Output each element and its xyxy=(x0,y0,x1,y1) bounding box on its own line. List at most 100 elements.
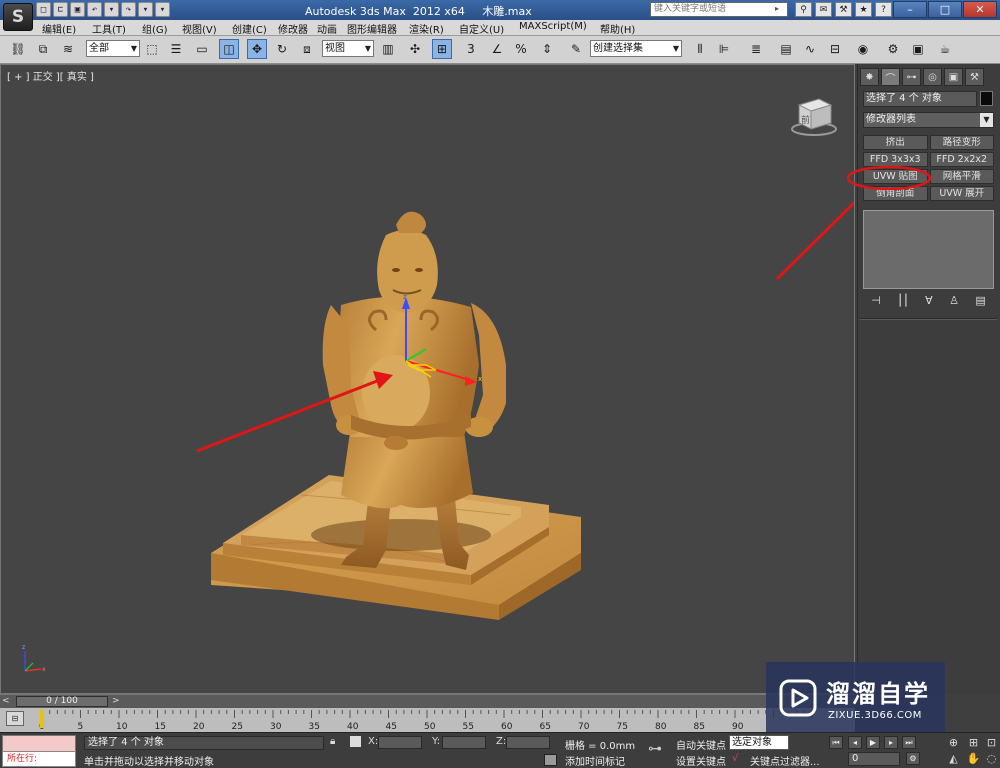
ref-coord-dropdown[interactable]: 视图 ▼ xyxy=(322,40,374,57)
render-setup-icon[interactable]: ⚙ xyxy=(883,39,903,59)
auto-key-button[interactable]: 自动关键点 xyxy=(676,737,726,752)
menu-modifiers[interactable]: 修改器 xyxy=(278,21,308,36)
play-icon[interactable]: ▶ xyxy=(866,736,880,749)
spinner-snap-icon[interactable]: ⇕ xyxy=(537,39,557,59)
modifier-unwrap-uvw-button[interactable]: UVW 展开 xyxy=(929,186,994,201)
window-crossing-icon[interactable]: ◫ xyxy=(219,39,239,59)
configure-sets-icon[interactable]: ▤ xyxy=(975,294,985,307)
minimize-button[interactable]: – xyxy=(893,1,927,18)
modifier-stack[interactable] xyxy=(863,210,994,289)
show-end-result-icon[interactable]: ⎮⎮ xyxy=(897,294,908,307)
link-icon[interactable]: ⛓ xyxy=(8,39,28,59)
hierarchy-tab-icon[interactable]: ⊶ xyxy=(902,68,921,86)
z-coordinate-field[interactable] xyxy=(506,736,550,749)
zoom-extents-icon[interactable]: ⊡ xyxy=(984,736,999,750)
snap-3d-icon[interactable]: 3 xyxy=(461,39,481,59)
undo-icon[interactable]: ↶ xyxy=(87,2,102,17)
modify-tab-icon[interactable]: ⌒ xyxy=(881,68,900,86)
add-time-tag[interactable]: 添加时间标记 xyxy=(565,753,625,768)
viewcube[interactable]: 前 xyxy=(789,93,839,137)
redo-icon[interactable]: ↷ xyxy=(121,2,136,17)
prev-key-icon[interactable]: ◂ xyxy=(848,736,862,749)
render-icon[interactable]: ☕ xyxy=(935,39,955,59)
time-slider-thumb[interactable]: 0 / 100 xyxy=(16,696,108,707)
object-color-swatch[interactable] xyxy=(980,91,993,106)
move-icon[interactable]: ✥ xyxy=(247,39,267,59)
named-selection-dropdown[interactable]: 创建选择集 ▼ xyxy=(590,40,682,57)
current-frame-field[interactable]: 0 xyxy=(848,752,900,766)
open-file-icon[interactable]: ⊏ xyxy=(53,2,68,17)
help-icon[interactable]: ? xyxy=(875,2,892,17)
search-input[interactable]: 键入关键字或短语 xyxy=(650,2,788,17)
new-file-icon[interactable]: □ xyxy=(36,2,51,17)
modifier-list-dropdown[interactable]: 修改器列表 ▼ xyxy=(863,112,994,128)
undo-dropdown-icon[interactable]: ▾ xyxy=(104,2,119,17)
x-coordinate-field[interactable] xyxy=(378,736,422,749)
make-unique-icon[interactable]: ∀ xyxy=(925,294,933,307)
key-mode-dropdown[interactable]: 选定对象 xyxy=(729,735,789,750)
search-binoculars-icon[interactable]: ⚲ xyxy=(795,2,812,17)
perspective-viewport[interactable]: z x z x [ + ] 正交 ][ 真实 ] 前 xyxy=(0,64,855,694)
selection-lock-icon[interactable]: 🔒︎ xyxy=(330,736,335,747)
edit-named-selection-icon[interactable]: ✎ xyxy=(566,39,586,59)
maximize-button[interactable]: □ xyxy=(928,1,962,18)
favorites-star-icon[interactable]: ★ xyxy=(855,2,872,17)
track-bar[interactable]: ⊟ 051015202530354045505560657075808590 xyxy=(0,708,855,732)
next-key-icon[interactable]: ▸ xyxy=(884,736,898,749)
time-config-icon[interactable]: ⚙ xyxy=(906,752,920,765)
prev-frame-icon[interactable]: < xyxy=(2,696,10,706)
ribbon-icon[interactable]: ▤ xyxy=(776,39,796,59)
close-button[interactable]: ✕ xyxy=(963,1,997,18)
customize-quick-access-icon[interactable]: ▾ xyxy=(155,2,170,17)
select-object-icon[interactable]: ⬚ xyxy=(142,39,162,59)
bind-spacewarp-icon[interactable]: ≋ xyxy=(58,39,78,59)
pin-stack-icon[interactable]: ⊣ xyxy=(871,294,881,307)
rect-selection-icon[interactable]: ▭ xyxy=(192,39,212,59)
menu-create[interactable]: 创建(C) xyxy=(232,21,267,36)
menu-tools[interactable]: 工具(T) xyxy=(92,21,126,36)
material-editor-icon[interactable]: ◉ xyxy=(853,39,873,59)
menu-maxscript[interactable]: MAXScript(M) xyxy=(519,21,587,32)
rotate-icon[interactable]: ↻ xyxy=(272,39,292,59)
zoom-all-icon[interactable]: ⊞ xyxy=(966,736,981,750)
search-icon[interactable]: ▸ xyxy=(775,4,779,13)
time-slider[interactable]: < 0 / 100 > xyxy=(0,694,855,708)
save-file-icon[interactable]: ▣ xyxy=(70,2,85,17)
menu-edit[interactable]: 编辑(E) xyxy=(42,21,76,36)
menu-views[interactable]: 视图(V) xyxy=(182,21,217,36)
tools-icon[interactable]: ⚒ xyxy=(835,2,852,17)
redo-dropdown-icon[interactable]: ▾ xyxy=(138,2,153,17)
menu-graph-editors[interactable]: 图形编辑器 xyxy=(347,21,397,36)
fov-icon[interactable]: ◭ xyxy=(946,752,961,766)
selection-info-field[interactable]: 选择了 4 个 对象 xyxy=(863,91,977,107)
modifier-extrude-button[interactable]: 挤出 xyxy=(863,135,928,150)
rendered-frame-icon[interactable]: ▣ xyxy=(908,39,928,59)
curve-editor-icon[interactable]: ∿ xyxy=(800,39,820,59)
select-by-name-icon[interactable]: ☰ xyxy=(166,39,186,59)
mirror-icon[interactable]: ⫴ xyxy=(690,39,710,59)
unlink-icon[interactable]: ⧉ xyxy=(33,39,53,59)
motion-tab-icon[interactable]: ◎ xyxy=(923,68,942,86)
pivot-icon[interactable]: ▥ xyxy=(378,39,398,59)
modifier-ffd2-button[interactable]: FFD 2x2x2 xyxy=(929,152,994,167)
viewport-label[interactable]: [ + ] 正交 ][ 真实 ] xyxy=(7,68,94,83)
absolute-mode-icon[interactable] xyxy=(350,736,361,747)
create-tab-icon[interactable]: ✸ xyxy=(860,68,879,86)
layer-manager-icon[interactable]: ≣ xyxy=(746,39,766,59)
menu-group[interactable]: 组(G) xyxy=(142,21,168,36)
set-key-icon[interactable]: ⊶ xyxy=(648,741,662,757)
menu-rendering[interactable]: 渲染(R) xyxy=(409,21,444,36)
maxscript-mini-listener[interactable]: 所在行: xyxy=(2,751,76,767)
percent-snap-icon[interactable]: % xyxy=(511,39,531,59)
key-filters-button[interactable]: 关键点过滤器... xyxy=(750,753,820,768)
menu-customize[interactable]: 自定义(U) xyxy=(459,21,504,36)
keyboard-shortcut-icon[interactable]: ⊞ xyxy=(432,39,452,59)
modifier-meshsmooth-button[interactable]: 网格平滑 xyxy=(929,169,994,184)
add-time-tag-icon[interactable] xyxy=(544,754,557,766)
align-icon[interactable]: ⊫ xyxy=(714,39,734,59)
selection-filter-dropdown[interactable]: 全部 ▼ xyxy=(86,40,140,57)
pan-icon[interactable]: ✋ xyxy=(966,752,981,766)
next-frame-icon[interactable]: > xyxy=(112,696,120,706)
manipulate-icon[interactable]: ✣ xyxy=(405,39,425,59)
utilities-tab-icon[interactable]: ⚒ xyxy=(965,68,984,86)
